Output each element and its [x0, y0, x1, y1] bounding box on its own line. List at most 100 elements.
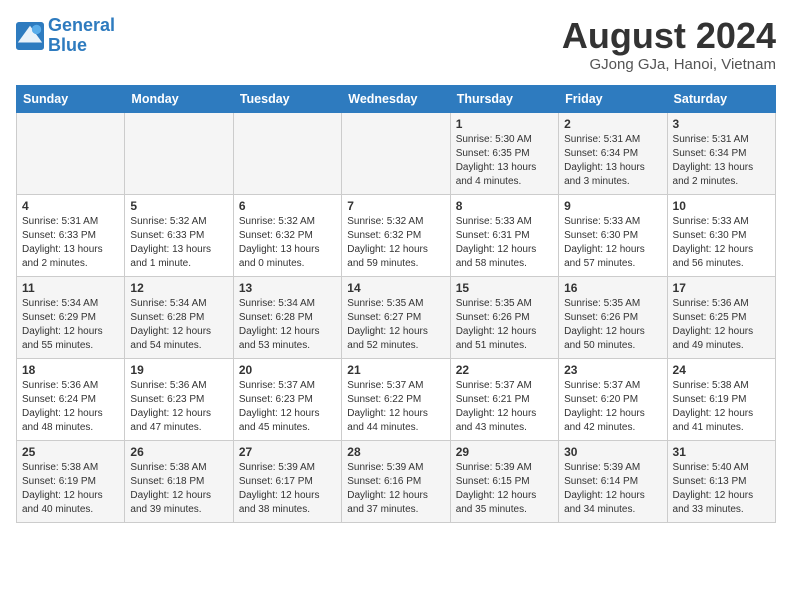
weekday-header-wednesday: Wednesday: [342, 85, 450, 112]
day-info: Sunrise: 5:38 AM Sunset: 6:18 PM Dayligh…: [130, 461, 227, 517]
calendar-cell: [125, 112, 233, 194]
calendar-cell: 24 Sunrise: 5:38 AM Sunset: 6:19 PM Dayli…: [667, 358, 775, 440]
day-info: Sunrise: 5:39 AM Sunset: 6:15 PM Dayligh…: [456, 461, 553, 517]
day-number: 9: [564, 199, 661, 213]
logo-line2: Blue: [48, 35, 87, 55]
calendar-cell: 23 Sunrise: 5:37 AM Sunset: 6:20 PM Dayli…: [559, 358, 667, 440]
day-info: Sunrise: 5:34 AM Sunset: 6:28 PM Dayligh…: [130, 297, 227, 353]
day-info: Sunrise: 5:31 AM Sunset: 6:34 PM Dayligh…: [673, 133, 770, 189]
day-number: 2: [564, 117, 661, 131]
month-year: August 2024: [562, 16, 776, 56]
calendar-cell: 30 Sunrise: 5:39 AM Sunset: 6:14 PM Dayli…: [559, 440, 667, 522]
calendar-body: 1 Sunrise: 5:30 AM Sunset: 6:35 PM Daylig…: [17, 112, 776, 522]
day-info: Sunrise: 5:32 AM Sunset: 6:32 PM Dayligh…: [347, 215, 444, 271]
day-info: Sunrise: 5:39 AM Sunset: 6:16 PM Dayligh…: [347, 461, 444, 517]
day-number: 1: [456, 117, 553, 131]
day-info: Sunrise: 5:34 AM Sunset: 6:28 PM Dayligh…: [239, 297, 336, 353]
calendar-cell: [342, 112, 450, 194]
day-number: 17: [673, 281, 770, 295]
weekday-header-sunday: Sunday: [17, 85, 125, 112]
day-info: Sunrise: 5:33 AM Sunset: 6:30 PM Dayligh…: [673, 215, 770, 271]
calendar-cell: 20 Sunrise: 5:37 AM Sunset: 6:23 PM Dayli…: [233, 358, 341, 440]
calendar-table: SundayMondayTuesdayWednesdayThursdayFrid…: [16, 85, 776, 523]
day-number: 6: [239, 199, 336, 213]
day-info: Sunrise: 5:35 AM Sunset: 6:26 PM Dayligh…: [456, 297, 553, 353]
day-number: 8: [456, 199, 553, 213]
day-number: 14: [347, 281, 444, 295]
day-number: 25: [22, 445, 119, 459]
day-info: Sunrise: 5:36 AM Sunset: 6:25 PM Dayligh…: [673, 297, 770, 353]
day-number: 13: [239, 281, 336, 295]
calendar-cell: 9 Sunrise: 5:33 AM Sunset: 6:30 PM Daylig…: [559, 194, 667, 276]
day-number: 15: [456, 281, 553, 295]
calendar-cell: 19Sunrise: 5:36 AM Sunset: 6:23 PM Dayli…: [125, 358, 233, 440]
day-number: 27: [239, 445, 336, 459]
calendar-cell: 10 Sunrise: 5:33 AM Sunset: 6:30 PM Dayli…: [667, 194, 775, 276]
calendar-cell: [17, 112, 125, 194]
day-info: Sunrise: 5:31 AM Sunset: 6:34 PM Dayligh…: [564, 133, 661, 189]
calendar-cell: 14 Sunrise: 5:35 AM Sunset: 6:27 PM Dayli…: [342, 276, 450, 358]
weekday-header-tuesday: Tuesday: [233, 85, 341, 112]
calendar-week-row: 18 Sunrise: 5:36 AM Sunset: 6:24 PM Dayli…: [17, 358, 776, 440]
day-info: Sunrise: 5:37 AM Sunset: 6:21 PM Dayligh…: [456, 379, 553, 435]
day-info: Sunrise: 5:39 AM Sunset: 6:17 PM Dayligh…: [239, 461, 336, 517]
day-info: Sunrise: 5:33 AM Sunset: 6:30 PM Dayligh…: [564, 215, 661, 271]
weekday-header-thursday: Thursday: [450, 85, 558, 112]
day-number: 11: [22, 281, 119, 295]
day-number: 16: [564, 281, 661, 295]
location: GJong GJa, Hanoi, Vietnam: [562, 56, 776, 73]
day-number: 12: [130, 281, 227, 295]
day-info: Sunrise: 5:35 AM Sunset: 6:27 PM Dayligh…: [347, 297, 444, 353]
day-info: Sunrise: 5:34 AM Sunset: 6:29 PM Dayligh…: [22, 297, 119, 353]
day-info: Sunrise: 5:30 AM Sunset: 6:35 PM Dayligh…: [456, 133, 553, 189]
day-info: Sunrise: 5:39 AM Sunset: 6:14 PM Dayligh…: [564, 461, 661, 517]
calendar-header: SundayMondayTuesdayWednesdayThursdayFrid…: [17, 85, 776, 112]
calendar-cell: 25Sunrise: 5:38 AM Sunset: 6:19 PM Dayli…: [17, 440, 125, 522]
day-info: Sunrise: 5:33 AM Sunset: 6:31 PM Dayligh…: [456, 215, 553, 271]
calendar-cell: 16 Sunrise: 5:35 AM Sunset: 6:26 PM Dayli…: [559, 276, 667, 358]
day-info: Sunrise: 5:38 AM Sunset: 6:19 PM Dayligh…: [673, 379, 770, 435]
logo-line1: General: [48, 15, 115, 35]
calendar-cell: 15 Sunrise: 5:35 AM Sunset: 6:26 PM Dayli…: [450, 276, 558, 358]
calendar-cell: 7Sunrise: 5:32 AM Sunset: 6:32 PM Daylig…: [342, 194, 450, 276]
calendar-cell: 31 Sunrise: 5:40 AM Sunset: 6:13 PM Dayli…: [667, 440, 775, 522]
calendar-week-row: 4Sunrise: 5:31 AM Sunset: 6:33 PM Daylig…: [17, 194, 776, 276]
day-info: Sunrise: 5:31 AM Sunset: 6:33 PM Dayligh…: [22, 215, 119, 271]
calendar-cell: 11 Sunrise: 5:34 AM Sunset: 6:29 PM Dayli…: [17, 276, 125, 358]
day-number: 30: [564, 445, 661, 459]
day-number: 22: [456, 363, 553, 377]
day-info: Sunrise: 5:36 AM Sunset: 6:23 PM Dayligh…: [130, 379, 227, 435]
calendar-cell: 4Sunrise: 5:31 AM Sunset: 6:33 PM Daylig…: [17, 194, 125, 276]
calendar-week-row: 11 Sunrise: 5:34 AM Sunset: 6:29 PM Dayli…: [17, 276, 776, 358]
day-info: Sunrise: 5:35 AM Sunset: 6:26 PM Dayligh…: [564, 297, 661, 353]
day-info: Sunrise: 5:37 AM Sunset: 6:22 PM Dayligh…: [347, 379, 444, 435]
calendar-cell: 8 Sunrise: 5:33 AM Sunset: 6:31 PM Daylig…: [450, 194, 558, 276]
day-number: 10: [673, 199, 770, 213]
calendar-cell: 28Sunrise: 5:39 AM Sunset: 6:16 PM Dayli…: [342, 440, 450, 522]
day-number: 24: [673, 363, 770, 377]
calendar-cell: 1 Sunrise: 5:30 AM Sunset: 6:35 PM Daylig…: [450, 112, 558, 194]
calendar-cell: 2 Sunrise: 5:31 AM Sunset: 6:34 PM Daylig…: [559, 112, 667, 194]
day-info: Sunrise: 5:36 AM Sunset: 6:24 PM Dayligh…: [22, 379, 119, 435]
day-number: 23: [564, 363, 661, 377]
title-block: August 2024 GJong GJa, Hanoi, Vietnam: [562, 16, 776, 73]
calendar-week-row: 1 Sunrise: 5:30 AM Sunset: 6:35 PM Daylig…: [17, 112, 776, 194]
weekday-row: SundayMondayTuesdayWednesdayThursdayFrid…: [17, 85, 776, 112]
logo-text: General Blue: [48, 16, 115, 56]
calendar-cell: 29Sunrise: 5:39 AM Sunset: 6:15 PM Dayli…: [450, 440, 558, 522]
day-info: Sunrise: 5:37 AM Sunset: 6:23 PM Dayligh…: [239, 379, 336, 435]
day-number: 26: [130, 445, 227, 459]
logo: General Blue: [16, 16, 115, 56]
day-info: Sunrise: 5:37 AM Sunset: 6:20 PM Dayligh…: [564, 379, 661, 435]
day-number: 18: [22, 363, 119, 377]
day-number: 3: [673, 117, 770, 131]
day-number: 31: [673, 445, 770, 459]
calendar-cell: 26 Sunrise: 5:38 AM Sunset: 6:18 PM Dayli…: [125, 440, 233, 522]
calendar-cell: [233, 112, 341, 194]
day-number: 20: [239, 363, 336, 377]
day-info: Sunrise: 5:40 AM Sunset: 6:13 PM Dayligh…: [673, 461, 770, 517]
calendar-cell: 22 Sunrise: 5:37 AM Sunset: 6:21 PM Dayli…: [450, 358, 558, 440]
calendar-cell: 17 Sunrise: 5:36 AM Sunset: 6:25 PM Dayli…: [667, 276, 775, 358]
day-number: 5: [130, 199, 227, 213]
calendar-cell: 13 Sunrise: 5:34 AM Sunset: 6:28 PM Dayli…: [233, 276, 341, 358]
